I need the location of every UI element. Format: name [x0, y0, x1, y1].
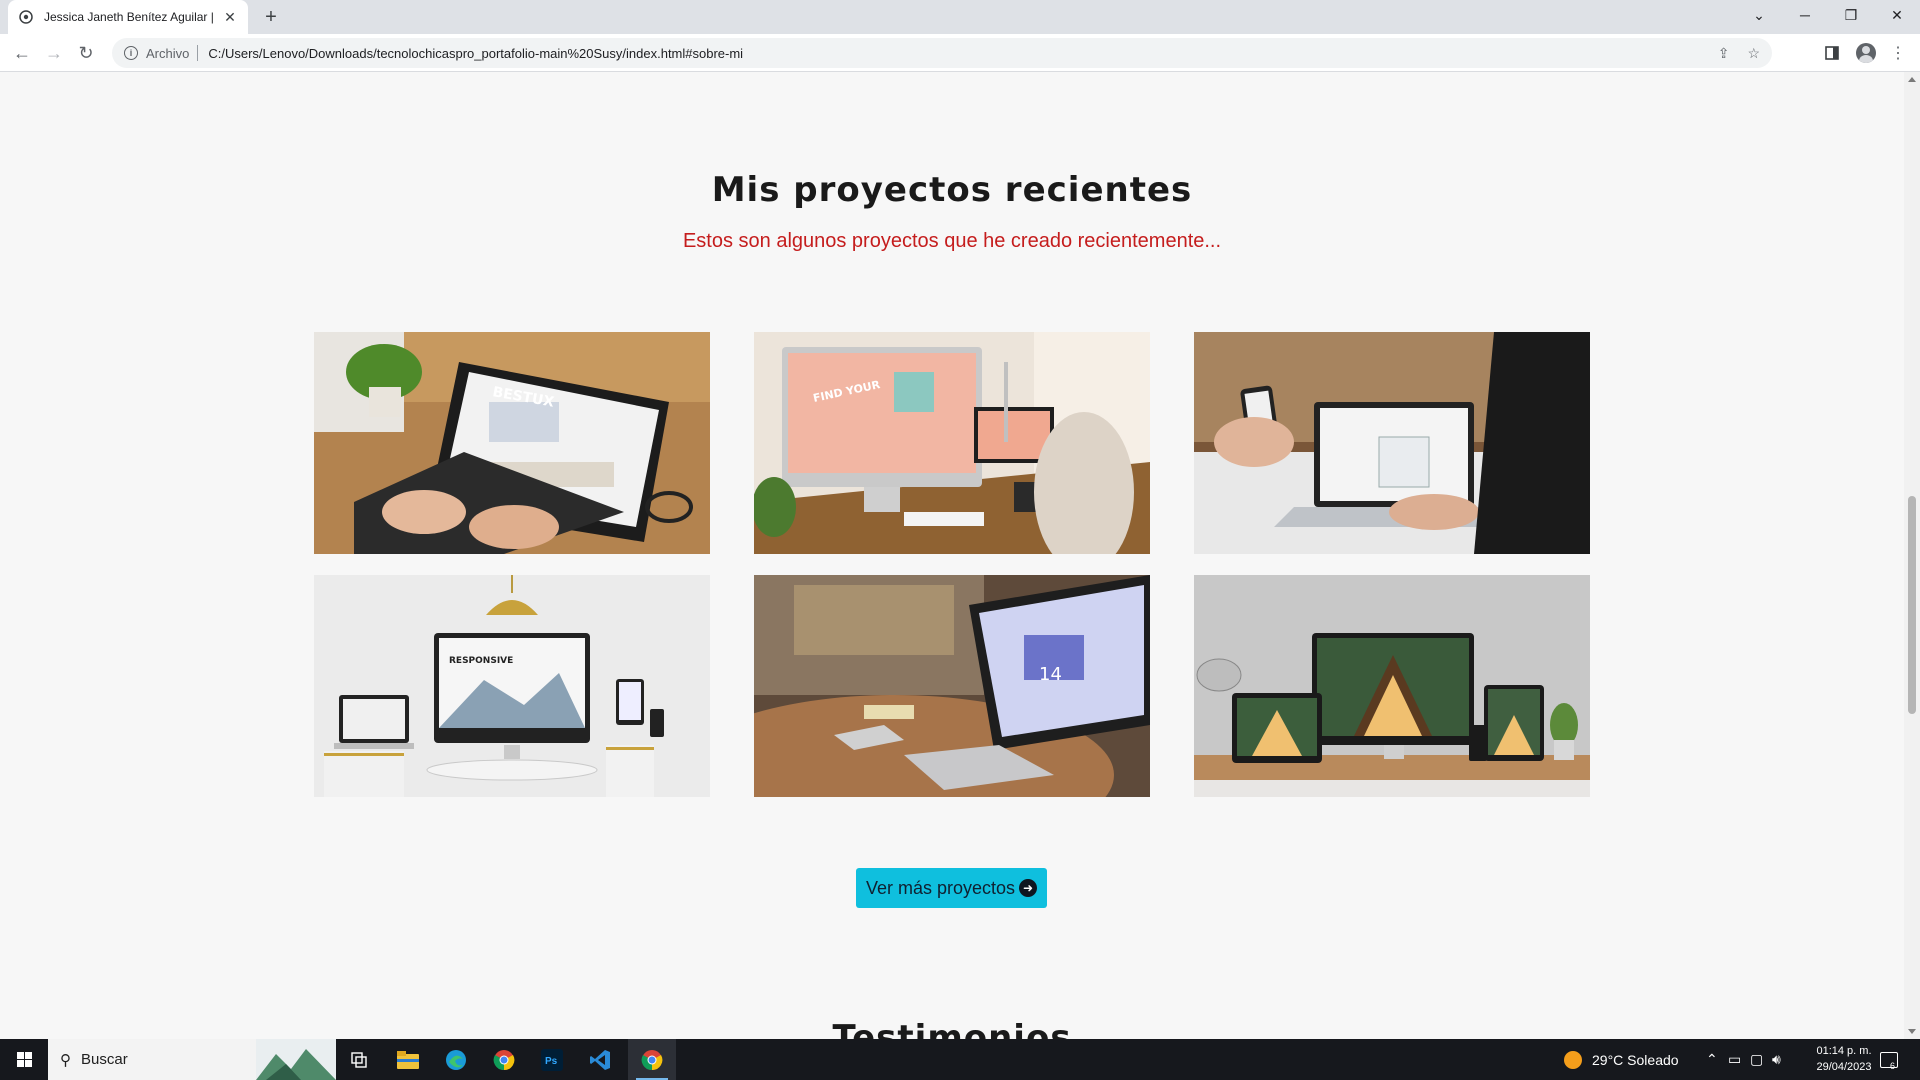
forward-arrow-icon[interactable]: → [40, 39, 68, 67]
minimize-button[interactable]: ─ [1782, 0, 1828, 30]
sun-icon [1564, 1050, 1582, 1069]
search-highlight-illustration-icon [256, 1039, 336, 1080]
project-card-5[interactable]: 14 [754, 575, 1150, 797]
close-window-button[interactable]: ✕ [1874, 0, 1920, 30]
notification-count: 6 [1890, 1061, 1896, 1071]
side-panel-icon[interactable] [1818, 39, 1846, 67]
project-card-3[interactable] [1194, 332, 1590, 554]
projects-section-title: Mis proyectos recientes [711, 170, 1193, 210]
svg-text:RESPONSIVE: RESPONSIVE [449, 656, 513, 666]
tab-title: Jessica Janeth Benítez Aguilar | D [44, 10, 216, 24]
meet-now-icon[interactable]: ▭ [1728, 1039, 1741, 1080]
project-card-6[interactable] [1194, 575, 1590, 797]
tab-search-icon[interactable]: ⌄ [1736, 0, 1782, 30]
notifications-icon[interactable]: 6 [1880, 1039, 1898, 1080]
svg-text:14: 14 [1039, 664, 1062, 685]
photoshop-icon[interactable]: Ps [528, 1039, 576, 1080]
volume-icon[interactable]: 🔊︎ [1772, 1039, 1781, 1080]
new-tab-button[interactable]: + [258, 4, 284, 30]
laptop-bestux-design-image: BESTUX [314, 332, 710, 554]
vscode-icon[interactable] [576, 1039, 624, 1080]
windows-logo-icon [16, 1052, 32, 1067]
share-icon[interactable]: ⇪ [1718, 45, 1730, 62]
start-button[interactable] [0, 1039, 48, 1080]
project-card-1[interactable]: BESTUX [314, 332, 710, 554]
scheme-label: Archivo [146, 45, 190, 61]
chrome-icon[interactable] [480, 1039, 528, 1080]
restore-button[interactable]: ❐ [1828, 0, 1874, 30]
project-card-4[interactable]: RESPONSIVE [314, 575, 710, 797]
show-hidden-icons-icon[interactable]: ⌃ [1706, 1039, 1718, 1080]
projects-section-subtitle: Estos son algunos proyectos que he cread… [682, 230, 1222, 252]
clock-time: 01:14 p. m. [1816, 1045, 1872, 1057]
scrollbar-thumb[interactable] [1908, 496, 1916, 714]
see-more-projects-button[interactable]: Ver más proyectos ➜ [856, 868, 1047, 908]
bookmark-star-icon[interactable]: ☆ [1747, 45, 1760, 62]
search-icon: ⚲ [60, 1051, 71, 1069]
network-icon[interactable]: ▢ [1750, 1039, 1763, 1080]
address-bar[interactable]: i Archivo C:/Users/Lenovo/Downloads/tecn… [112, 38, 1772, 68]
cta-label: Ver más proyectos [865, 877, 1016, 898]
browser-tab[interactable]: Jessica Janeth Benítez Aguilar | D ✕ [8, 0, 248, 34]
file-explorer-icon[interactable] [384, 1039, 432, 1080]
browser-toolbar: ← → ↻ i Archivo C:/Users/Lenovo/Download… [0, 34, 1920, 72]
browser-tab-strip: Jessica Janeth Benítez Aguilar | D ✕ + ⌄… [0, 0, 1920, 34]
scroll-up-arrow-icon[interactable] [1908, 77, 1916, 82]
scroll-down-arrow-icon[interactable] [1908, 1029, 1916, 1034]
url-text[interactable]: C:/Users/Lenovo/Downloads/tecnolochicasp… [208, 46, 1699, 61]
arrow-right-circle-icon: ➜ [1019, 879, 1038, 897]
macbook-on-table-image: 14 [754, 575, 1150, 797]
globe-icon [18, 9, 34, 25]
taskbar-search-box[interactable]: ⚲ Buscar [48, 1039, 336, 1080]
omnibox-divider [197, 45, 199, 61]
search-placeholder: Buscar [81, 1051, 128, 1068]
task-view-icon[interactable] [336, 1039, 384, 1080]
imac-find-your-creativity-image: FIND YOUR [754, 332, 1150, 554]
page-scrollbar[interactable] [1904, 72, 1920, 1039]
chrome-active-icon[interactable] [628, 1039, 676, 1080]
clock-date: 29/04/2023 [1816, 1061, 1872, 1073]
more-menu-icon[interactable]: ⋮ [1884, 39, 1912, 67]
svg-text:Ps: Ps [545, 1056, 558, 1067]
project-card-2[interactable]: FIND YOUR [754, 332, 1150, 554]
edge-icon[interactable] [432, 1039, 480, 1080]
weather-widget[interactable]: 29°C Soleado [1564, 1039, 1679, 1080]
phone-and-laptop-image [1194, 332, 1590, 554]
responsive-web-design-image: RESPONSIVE [314, 575, 710, 797]
testimonials-section-title: Testimonios [832, 1018, 1072, 1039]
windows-taskbar: ⚲ Buscar Ps 29°C Soleado ⌃ ▭ ▢ 🔊︎ 01:14 … [0, 1039, 1920, 1080]
close-tab-icon[interactable]: ✕ [222, 9, 238, 25]
back-arrow-icon[interactable]: ← [8, 39, 36, 67]
page-viewport: Mis proyectos recientes Estos son alguno… [0, 72, 1904, 1039]
system-clock[interactable]: 01:14 p. m. 29/04/2023 [1796, 1043, 1892, 1075]
info-icon[interactable]: i [124, 46, 138, 60]
architect-studio-devices-image [1194, 575, 1590, 797]
weather-text: 29°C Soleado [1592, 1051, 1679, 1068]
reload-icon[interactable]: ↻ [72, 39, 100, 67]
profile-avatar-icon[interactable] [1852, 39, 1880, 67]
